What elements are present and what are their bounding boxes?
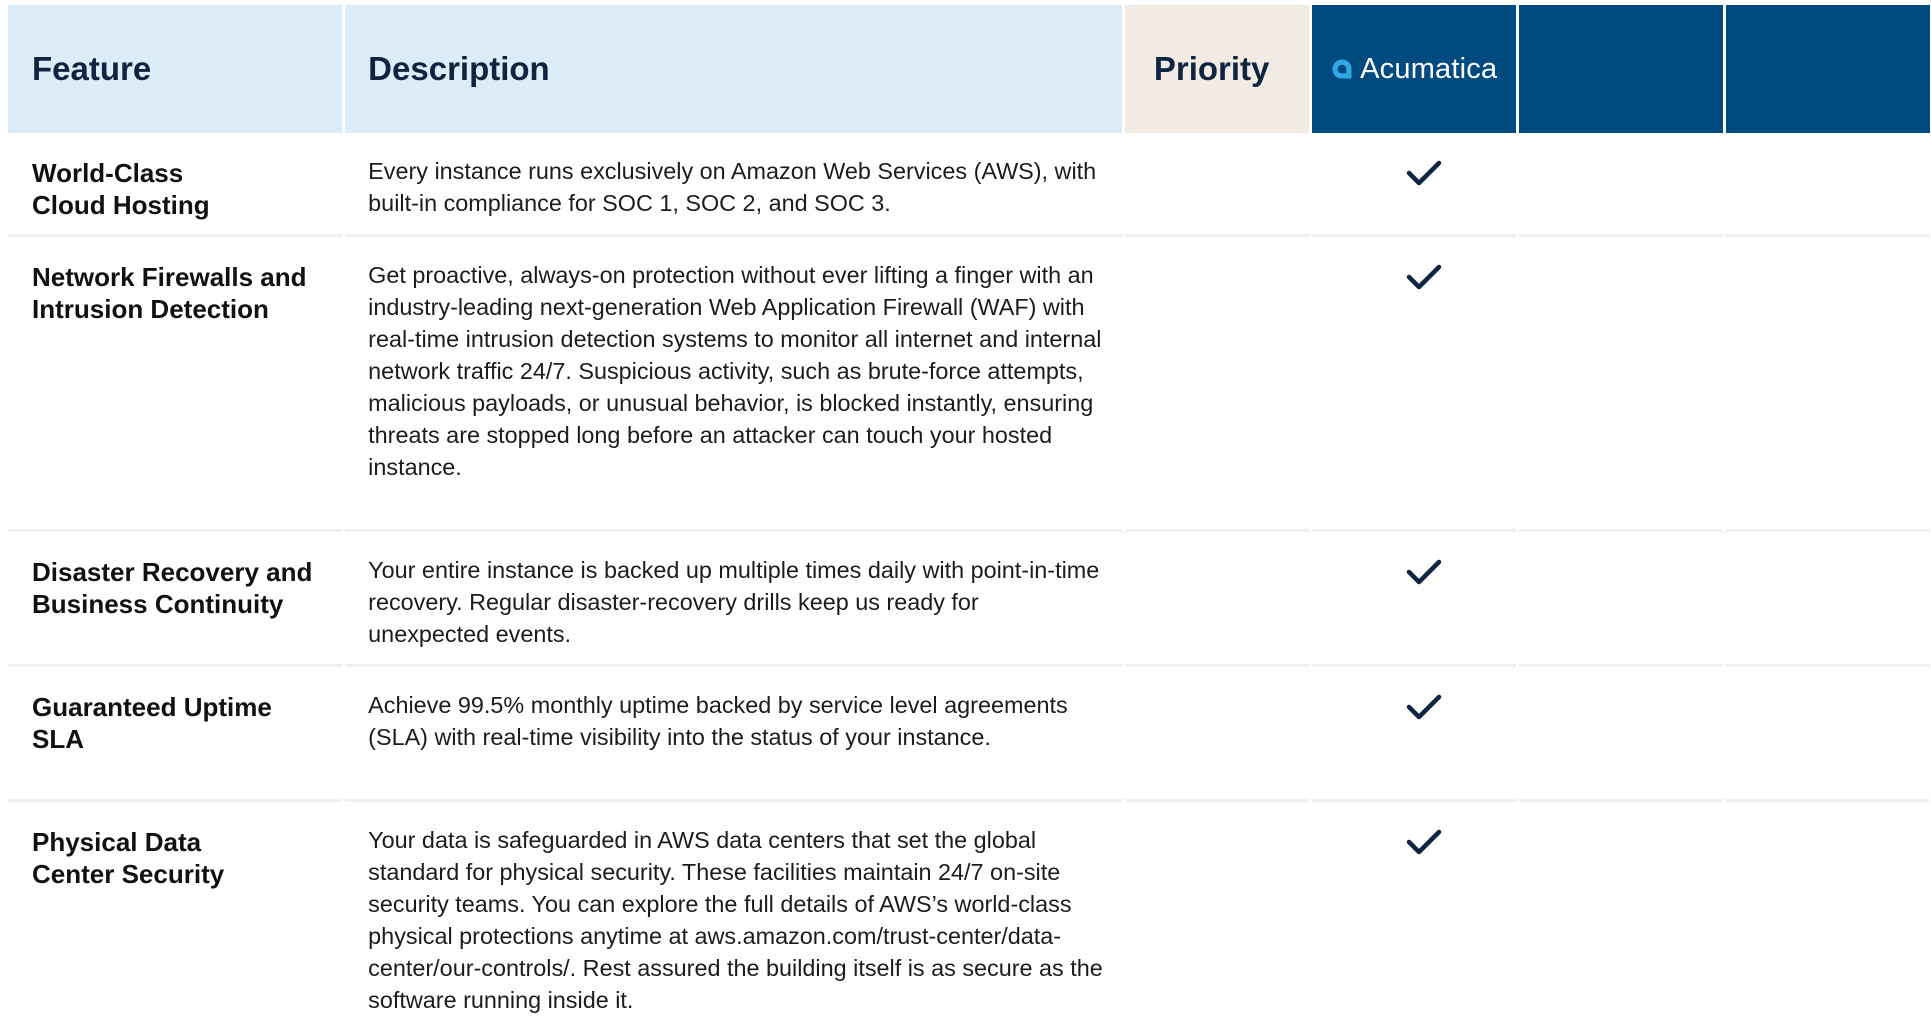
comparison-table-container: Feature Description Priority Acumatica W… xyxy=(8,5,1930,1036)
acumatica-cell xyxy=(1311,133,1516,237)
vendor-cell-2 xyxy=(1518,133,1723,237)
acumatica-column-header: Acumatica xyxy=(1311,5,1516,133)
acumatica-logo: Acumatica xyxy=(1312,53,1516,86)
acumatica-logo-text: Acumatica xyxy=(1360,52,1498,85)
feature-description: Achieve 99.5% monthly uptime backed by s… xyxy=(345,667,1122,802)
priority-cell xyxy=(1124,667,1309,802)
vendor-cell-2 xyxy=(1519,802,1723,1036)
check-icon xyxy=(1406,829,1441,855)
feature-name: Disaster Recovery and Business Continuit… xyxy=(8,532,343,667)
acumatica-cell xyxy=(1311,237,1516,532)
feature-description: Your data is safeguarded in AWS data cen… xyxy=(368,827,1103,1013)
feature-name: World-Class Cloud Hosting xyxy=(8,133,343,237)
check-icon xyxy=(1406,160,1441,186)
table-row: World-Class Cloud Hosting Every instance… xyxy=(8,133,1930,237)
check-icon xyxy=(1406,559,1441,585)
acumatica-cell xyxy=(1311,532,1516,667)
table-row: Disaster Recovery and Business Continuit… xyxy=(8,532,1930,667)
vendor-cell-3 xyxy=(1725,532,1930,667)
priority-cell xyxy=(1124,532,1309,667)
priority-cell xyxy=(1124,133,1309,237)
table-row: Guaranteed Uptime SLA Achieve 99.5% mont… xyxy=(8,667,1930,802)
vendor-cell-2 xyxy=(1518,237,1723,532)
acumatica-cell xyxy=(1311,667,1516,802)
feature-name-line: Center Security xyxy=(32,859,225,889)
comparison-table: Feature Description Priority Acumatica W… xyxy=(5,5,1931,1036)
feature-name-line: SLA xyxy=(32,724,84,754)
feature-name-line: World-Class xyxy=(32,158,184,188)
priority-cell xyxy=(1125,802,1309,1036)
description-column-header: Description xyxy=(345,5,1122,133)
table-row: Physical Data Center Security Your data … xyxy=(8,802,1930,1036)
priority-column-header: Priority xyxy=(1124,5,1309,133)
feature-description: Your entire instance is backed up multip… xyxy=(345,532,1122,667)
feature-name-line: Disaster Recovery and xyxy=(32,557,313,587)
feature-name-line: Business Continuity xyxy=(32,589,284,619)
feature-column-header: Feature xyxy=(8,5,343,133)
acumatica-cell xyxy=(1312,802,1516,1036)
check-icon xyxy=(1406,694,1441,720)
feature-name: Guaranteed Uptime SLA xyxy=(8,667,343,802)
vendor-column-header-3 xyxy=(1725,5,1930,133)
feature-description: Get proactive, always-on protection with… xyxy=(345,237,1122,532)
table-row: Network Firewalls and Intrusion Detectio… xyxy=(8,237,1930,532)
vendor-cell-3 xyxy=(1725,237,1930,532)
vendor-cell-3 xyxy=(1725,133,1930,237)
vendor-cell-2 xyxy=(1518,532,1723,667)
feature-name-line: Cloud Hosting xyxy=(32,190,210,220)
feature-name-line: Guaranteed Uptime xyxy=(32,692,272,722)
check-icon xyxy=(1406,264,1441,290)
feature-name-line: Intrusion Detection xyxy=(32,294,269,324)
vendor-cell-3 xyxy=(1725,667,1930,802)
acumatica-logo-icon xyxy=(1332,59,1352,79)
table-header-row: Feature Description Priority Acumatica xyxy=(8,5,1930,133)
feature-description: Every instance runs exclusively on Amazo… xyxy=(345,133,1122,237)
vendor-cell-2 xyxy=(1518,667,1723,802)
vendor-cell-3 xyxy=(1726,802,1930,1036)
feature-name: Network Firewalls and Intrusion Detectio… xyxy=(8,237,343,532)
priority-cell xyxy=(1124,237,1309,532)
feature-name: Physical Data Center Security xyxy=(8,802,342,1036)
feature-name-line: Network Firewalls and xyxy=(32,262,307,292)
vendor-column-header-2 xyxy=(1518,5,1723,133)
feature-name-line: Physical Data xyxy=(32,827,202,857)
